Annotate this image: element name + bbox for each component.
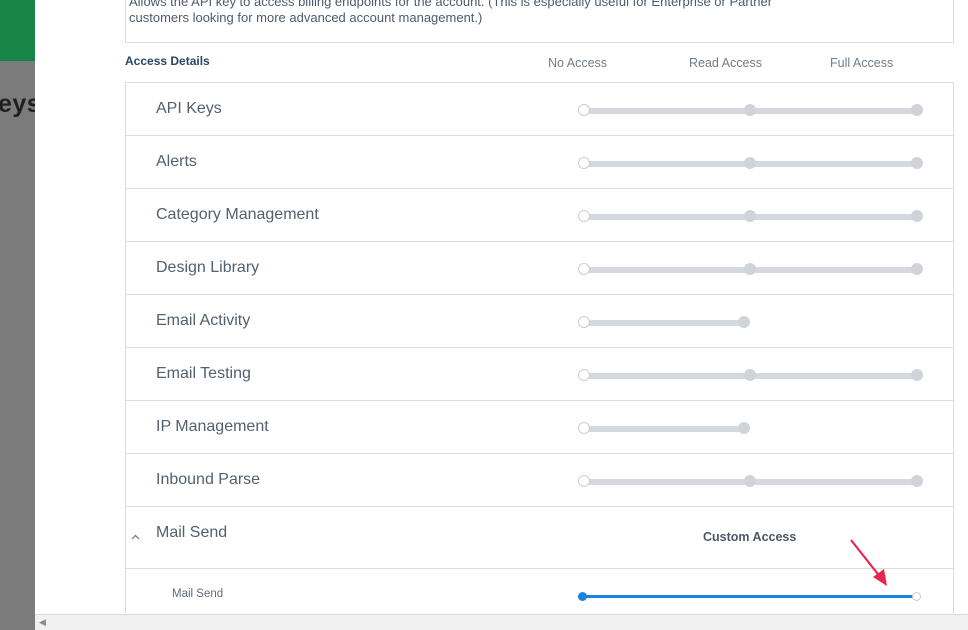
custom-access-label: Custom Access [703,530,797,544]
sub-row-mail-send: Mail Send [126,569,953,614]
mail-send-slider-handle[interactable] [578,592,587,601]
access-row[interactable]: Email Testing [126,348,953,401]
horizontal-scrollbar[interactable]: ◀ [35,614,968,630]
access-row-label: API Keys [156,100,222,117]
access-row[interactable]: Design Library [126,242,953,295]
access-row-label: Email Activity [156,312,251,329]
full-access-stop[interactable] [911,369,923,381]
no-access-stop[interactable] [578,157,590,169]
access-row[interactable]: Email Activity [126,295,953,348]
no-access-stop[interactable] [578,422,590,434]
read-access-stop[interactable] [744,369,756,381]
billing-description: Allows the API key to access billing end… [129,0,929,26]
access-table: API Keys Alerts Category Management Design … [125,82,954,614]
access-row-label: Category Management [156,206,319,223]
access-row[interactable]: Inbound Parse [126,454,953,507]
background-title-fragment: eys [0,90,35,118]
access-row-label: IP Management [156,418,269,435]
description-line-2: customers looking for more advanced acco… [129,10,483,25]
no-access-stop[interactable] [578,316,590,328]
read-access-stop[interactable] [738,316,750,328]
description-line-1: Allows the API key to access billing end… [129,0,773,9]
read-access-stop[interactable] [744,157,756,169]
access-row[interactable]: Alerts [126,136,953,189]
no-access-stop[interactable] [578,104,590,116]
read-access-stop[interactable] [744,263,756,275]
read-access-stop[interactable] [744,475,756,487]
full-access-stop[interactable] [911,104,923,116]
access-row-label: Mail Send [156,524,228,541]
access-row[interactable]: Category Management [126,189,953,242]
access-row-label: Inbound Parse [156,471,261,488]
full-access-stop[interactable] [911,157,923,169]
read-access-stop[interactable] [744,104,756,116]
column-full-access: Full Access [830,56,894,70]
no-access-stop[interactable] [578,263,590,275]
full-access-stop[interactable] [911,210,923,222]
mail-send-full-access-stop[interactable] [912,592,921,601]
access-row[interactable]: IP Management [126,401,953,454]
access-details-heading: Access Details [125,54,210,68]
full-access-stop[interactable] [911,263,923,275]
access-row-label: Alerts [156,153,197,170]
read-access-stop[interactable] [744,210,756,222]
no-access-stop[interactable] [578,475,590,487]
mail-send-slider-track[interactable] [582,595,916,598]
chevron-up-icon[interactable] [131,532,140,543]
access-row-label: Email Testing [156,365,251,382]
no-access-stop[interactable] [578,369,590,381]
page-backdrop: eys [0,0,35,630]
annotation-arrow-icon [850,539,887,586]
read-access-stop[interactable] [738,422,750,434]
scroll-left-icon[interactable]: ◀ [39,617,46,628]
no-access-stop[interactable] [578,210,590,222]
column-no-access: No Access [548,56,608,70]
api-key-drawer: Allows the API key to access billing end… [35,0,968,614]
access-slider-track[interactable] [582,426,746,432]
access-row[interactable]: API Keys [126,83,953,136]
access-slider-track[interactable] [582,320,746,326]
access-row-label: Design Library [156,259,260,276]
brand-bar [0,0,35,61]
sub-row-label: Mail Send [172,588,224,600]
access-row-mail-send[interactable]: Mail Send Custom Access [126,507,953,569]
full-access-stop[interactable] [911,475,923,487]
column-read-access: Read Access [689,56,762,70]
